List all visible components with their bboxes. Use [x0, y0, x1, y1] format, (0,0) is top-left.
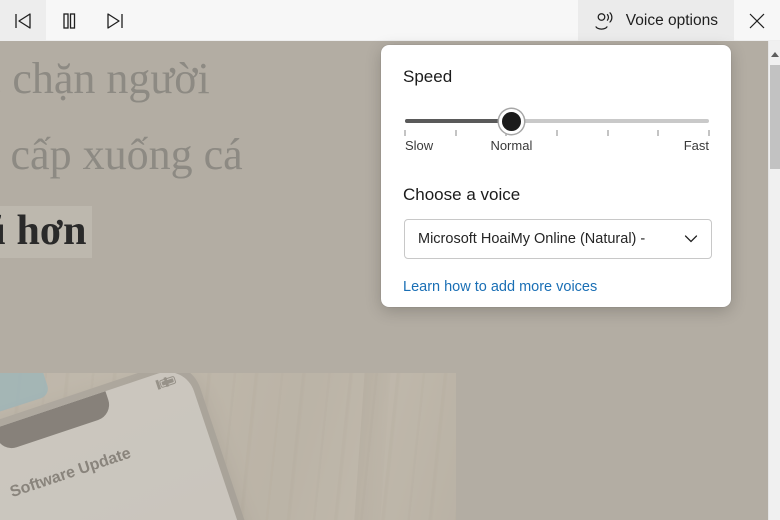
reader-line-highlighted: cũ hơn: [0, 193, 418, 269]
slider-labels: Slow Normal Fast: [405, 138, 709, 156]
next-paragraph-button[interactable]: [92, 0, 138, 41]
slider-tick: [657, 130, 660, 136]
slider-tick: [404, 130, 406, 136]
close-icon: [749, 13, 765, 28]
slider-tick: [708, 130, 710, 136]
close-button[interactable]: [734, 0, 780, 41]
voice-person-icon: [594, 11, 613, 30]
speed-heading: Speed: [403, 67, 453, 86]
chevron-down-icon: [683, 231, 699, 247]
slider-label-fast: Fast: [683, 138, 709, 153]
reader-paragraph: ức chặn người hạ cấp xuống cá cũ hơn: [0, 41, 418, 269]
article-image: 3:44 Search ▌▌ ‹ General Software Update…: [0, 373, 456, 520]
slider-label-slow: Slow: [405, 138, 434, 153]
voice-select-value: Microsoft HoaiMy Online (Natural) -: [418, 231, 646, 247]
skip-forward-icon: [107, 12, 123, 29]
slider-tick: [556, 130, 558, 136]
scrollbar-thumb[interactable]: [770, 65, 780, 169]
reader-line: hạ cấp xuống cá: [0, 130, 243, 179]
app-window: ức chặn người hạ cấp xuống cá cũ hơn 3:4…: [0, 0, 780, 520]
speed-slider[interactable]: Slow Normal Fast: [404, 109, 710, 156]
playback-controls: [0, 0, 138, 41]
photo-dim-overlay: [0, 373, 456, 520]
voice-options-panel: Speed Slow Normal Fast Choose a voice Mi…: [381, 45, 731, 307]
slider-tick: [606, 130, 609, 136]
add-more-voices-link[interactable]: Learn how to add more voices: [403, 279, 597, 295]
caret-up-icon: [771, 51, 779, 57]
voice-select[interactable]: Microsoft HoaiMy Online (Natural) -: [404, 219, 712, 259]
scrollbar-up-button[interactable]: [769, 47, 780, 61]
voice-options-label: Voice options: [625, 11, 718, 29]
toolbar-right-group: Voice options: [577, 0, 780, 41]
slider-tick: [454, 130, 457, 136]
voice-options-button[interactable]: Voice options: [577, 0, 734, 41]
previous-paragraph-button[interactable]: [0, 0, 46, 41]
slider-label-normal: Normal: [490, 138, 533, 153]
read-aloud-toolbar: Voice options: [0, 0, 780, 41]
slider-ticks: [404, 130, 710, 137]
skip-back-icon: [15, 12, 31, 29]
slider-track-fill: [405, 119, 512, 123]
pause-icon: [63, 12, 76, 29]
read-aloud-highlight: cũ hơn: [0, 206, 93, 258]
slider-thumb[interactable]: [498, 109, 524, 134]
choose-voice-heading: Choose a voice: [403, 185, 521, 204]
pause-button[interactable]: [46, 0, 92, 41]
reader-line: ức chặn người: [0, 54, 210, 103]
vertical-scrollbar[interactable]: [768, 41, 780, 520]
